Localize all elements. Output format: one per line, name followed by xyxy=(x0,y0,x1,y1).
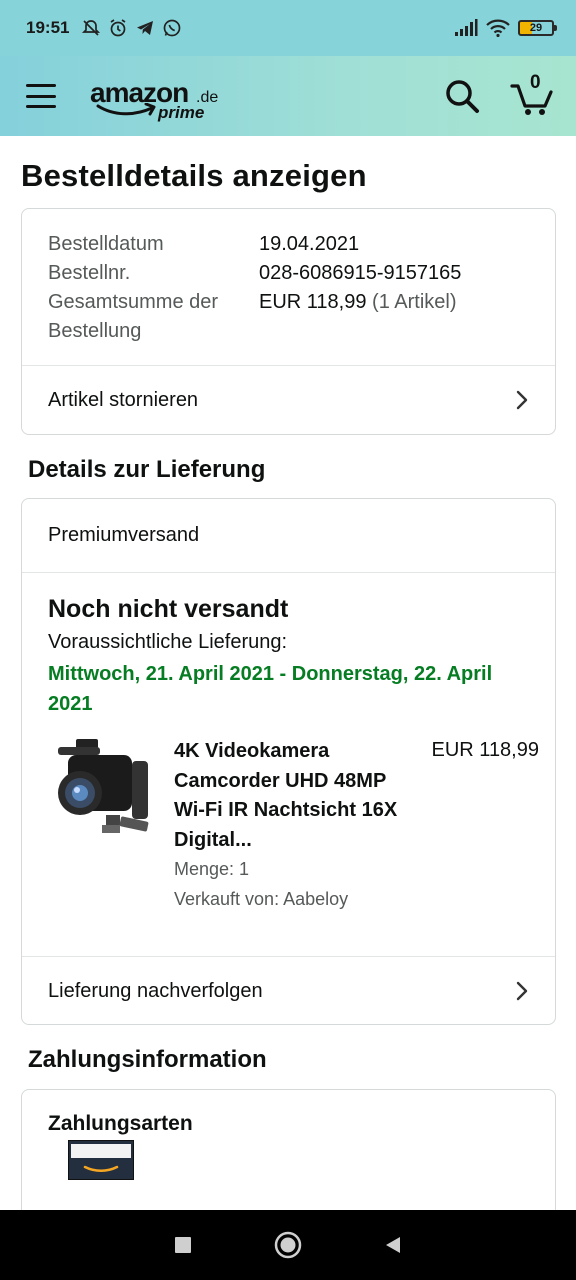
cart-button[interactable]: 0 xyxy=(510,72,556,118)
triangle-back-icon xyxy=(386,1237,401,1253)
track-delivery-label: Lieferung nachverfolgen xyxy=(48,979,263,1002)
track-delivery-link[interactable]: Lieferung nachverfolgen xyxy=(22,957,555,1024)
home-button[interactable] xyxy=(263,1220,313,1270)
logo-prime: prime xyxy=(158,103,205,122)
alarm-icon xyxy=(111,19,126,37)
product-title[interactable]: 4K Videokamera Camcorder UHD 48MP Wi-Fi … xyxy=(174,737,412,855)
chevron-right-icon xyxy=(516,981,528,1001)
order-date-value: 19.04.2021 xyxy=(259,233,360,255)
wifi-icon xyxy=(486,19,510,37)
cancel-items-link[interactable]: Artikel stornieren xyxy=(22,366,555,434)
order-details-content[interactable]: Bestelldetails anzeigen Bestelldatum 19.… xyxy=(0,136,576,1210)
divider xyxy=(22,572,555,573)
order-number-label: Bestellnr. xyxy=(48,262,131,284)
delivery-card: Premiumversand Noch nicht versandt Vorau… xyxy=(21,498,556,1025)
telegram-icon xyxy=(137,21,154,35)
order-total-value-wrap: EUR 118,99 (1 Artikel) xyxy=(259,288,457,317)
square-icon xyxy=(174,1237,191,1253)
recents-button[interactable] xyxy=(158,1220,208,1270)
cart-count-badge: 0 xyxy=(530,72,541,93)
chevron-right-icon xyxy=(516,390,528,410)
payment-methods-label: Zahlungsarten xyxy=(48,1112,193,1135)
order-total-row: Gesamtsumme der Bestellung EUR 118,99 (1… xyxy=(48,288,457,346)
product-quantity: Menge: 1 xyxy=(174,859,250,879)
signal-icon xyxy=(455,19,478,36)
amazon-card-icon xyxy=(68,1140,134,1180)
product-image[interactable] xyxy=(46,735,152,841)
status-time: 19:51 xyxy=(26,18,70,37)
smile-arrow-icon xyxy=(96,103,156,116)
bell-off-icon xyxy=(82,20,101,36)
order-item-count: (1 Artikel) xyxy=(372,291,457,313)
order-number-value: 028-6086915-9157165 xyxy=(259,262,462,284)
hamburger-menu-icon[interactable] xyxy=(26,84,56,108)
order-summary-card: Bestelldatum 19.04.2021 Bestellnr. 028-6… xyxy=(21,208,556,435)
payment-link-partial[interactable] xyxy=(94,1202,100,1210)
shipping-method: Premiumversand xyxy=(48,523,200,546)
eta-date: Mittwoch, 21. April 2021 - Donnerstag, 2… xyxy=(48,663,493,715)
circle-icon xyxy=(274,1231,302,1259)
cancel-items-label: Artikel stornieren xyxy=(48,388,199,411)
order-date-label: Bestelldatum xyxy=(48,233,164,255)
payment-section-title: Zahlungsinformation xyxy=(28,1046,267,1073)
whatsapp-icon xyxy=(164,19,181,37)
back-button[interactable] xyxy=(368,1220,418,1270)
order-total-label: Gesamtsumme der Bestellung xyxy=(48,291,219,342)
delivery-section-title: Details zur Lieferung xyxy=(28,456,266,483)
shipment-status: Noch nicht versandt xyxy=(48,595,289,623)
battery-icon: 29 xyxy=(518,20,557,36)
product-price: EUR 118,99 xyxy=(431,739,539,761)
shipping-method-row: Premiumversand xyxy=(22,499,555,571)
system-nav-bar xyxy=(0,1210,576,1280)
search-icon[interactable] xyxy=(442,76,482,116)
eta-label: Voraussichtliche Lieferung: xyxy=(48,631,288,653)
status-bar: 19:51 29 xyxy=(0,0,576,56)
amazon-prime-logo[interactable]: amazon .de prime xyxy=(90,71,230,122)
order-date-row: Bestelldatum 19.04.2021 xyxy=(48,230,359,259)
product-seller: Verkauft von: Aabeloy xyxy=(174,889,349,909)
order-total-value: EUR 118,99 xyxy=(259,291,367,313)
page-title: Bestelldetails anzeigen xyxy=(21,158,367,193)
app-header: amazon .de prime 0 xyxy=(0,56,576,136)
order-number-row: Bestellnr. 028-6086915-9157165 xyxy=(48,259,461,288)
payment-card: Zahlungsarten xyxy=(21,1089,556,1210)
